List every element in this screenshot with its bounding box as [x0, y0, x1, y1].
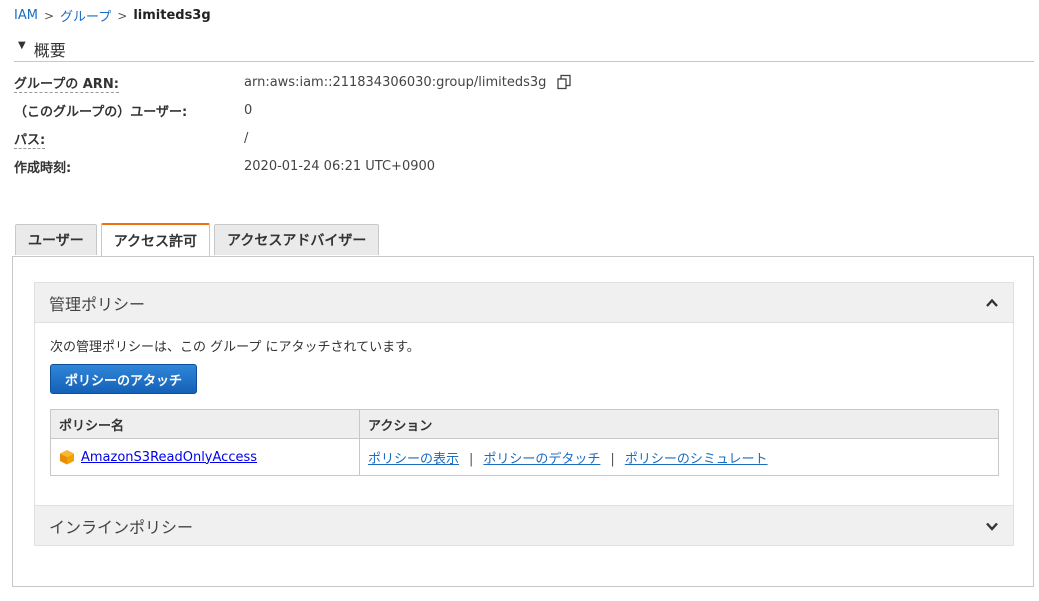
managed-policies-header[interactable]: 管理ポリシー [34, 282, 1014, 323]
breadcrumb: IAM > グループ > limiteds3g [14, 6, 211, 25]
action-separator: | [469, 451, 474, 467]
users-value: 0 [244, 102, 253, 118]
breadcrumb-current: limiteds3g [133, 8, 211, 23]
chevron-down-icon[interactable] [985, 519, 999, 533]
created-value: 2020-01-24 06:21 UTC+0900 [244, 158, 436, 174]
managed-policies-description: 次の管理ポリシーは、この グループ にアタッチされています。 [50, 340, 420, 355]
inline-policies-header[interactable]: インラインポリシー [34, 505, 1014, 546]
table-row: AmazonS3ReadOnlyAccess ポリシーの表示 | ポリシーのデタッチ… [50, 438, 999, 476]
tab-access-advisor[interactable]: アクセスアドバイザー [214, 224, 380, 255]
breadcrumb-separator: > [43, 8, 55, 23]
info-label: パス: [14, 129, 244, 149]
tab-bar: ユーザー アクセス許可 アクセスアドバイザー [15, 223, 383, 256]
policy-table: ポリシー名 アクション AmazonS3ReadOnlyAccess ポリシーの… [50, 409, 999, 476]
attach-policy-button[interactable]: ポリシーのアタッチ [50, 364, 198, 394]
policy-actions-cell: ポリシーの表示 | ポリシーのデタッチ | ポリシーのシミュレート [359, 438, 999, 476]
simulate-policy-link[interactable]: ポリシーのシミュレート [625, 452, 768, 467]
table-header-row: ポリシー名 アクション [50, 409, 999, 439]
breadcrumb-iam-link[interactable]: IAM [14, 8, 38, 23]
policy-name-cell: AmazonS3ReadOnlyAccess [50, 438, 360, 476]
aws-policy-cube-icon [60, 450, 74, 465]
arn-label: グループの ARN: [14, 76, 119, 93]
breadcrumb-groups-link[interactable]: グループ [60, 6, 111, 25]
breadcrumb-separator: > [117, 8, 128, 23]
summary-section-header[interactable]: ▼ 概要 [14, 37, 1034, 62]
action-separator: | [610, 451, 615, 467]
policy-name-link[interactable]: AmazonS3ReadOnlyAccess [81, 450, 257, 465]
tab-users[interactable]: ユーザー [15, 224, 97, 255]
info-row-users: （このグループの）ユーザー: 0 [14, 101, 253, 120]
policy-name: AmazonS3ReadOnlyAccess [59, 449, 351, 465]
users-label: （このグループの）ユーザー: [14, 104, 188, 120]
info-label: グループの ARN: [14, 73, 244, 93]
chevron-up-icon[interactable] [985, 296, 999, 310]
arn-value: arn:aws:iam::211834306030:group/limiteds… [244, 74, 547, 90]
column-header-policy-name[interactable]: ポリシー名 [50, 409, 360, 439]
copy-icon[interactable] [556, 74, 572, 90]
caret-down-icon[interactable]: ▼ [18, 40, 26, 51]
tab-permissions[interactable]: アクセス許可 [100, 223, 211, 256]
summary-title: 概要 [33, 41, 66, 60]
path-value: / [244, 130, 249, 146]
show-policy-link[interactable]: ポリシーの表示 [368, 452, 459, 467]
permissions-panel: 管理ポリシー 次の管理ポリシーは、この グループ にアタッチされています。 ポリ… [12, 256, 1034, 587]
info-value: arn:aws:iam::211834306030:group/limiteds… [244, 74, 572, 90]
path-label: パス: [14, 132, 46, 149]
info-row-created: 作成時刻: 2020-01-24 06:21 UTC+0900 [14, 157, 436, 176]
managed-policies-body: 次の管理ポリシーは、この グループ にアタッチされています。 ポリシーのアタッチ… [34, 323, 1014, 506]
info-row-arn: グループの ARN: arn:aws:iam::211834306030:gro… [14, 73, 572, 93]
inline-policies-title: インラインポリシー [49, 517, 194, 537]
column-header-actions: アクション [359, 409, 999, 439]
detach-policy-link[interactable]: ポリシーのデタッチ [483, 452, 600, 467]
managed-policies-title: 管理ポリシー [49, 294, 146, 314]
info-row-path: パス: / [14, 129, 249, 149]
created-label: 作成時刻: [14, 160, 72, 176]
